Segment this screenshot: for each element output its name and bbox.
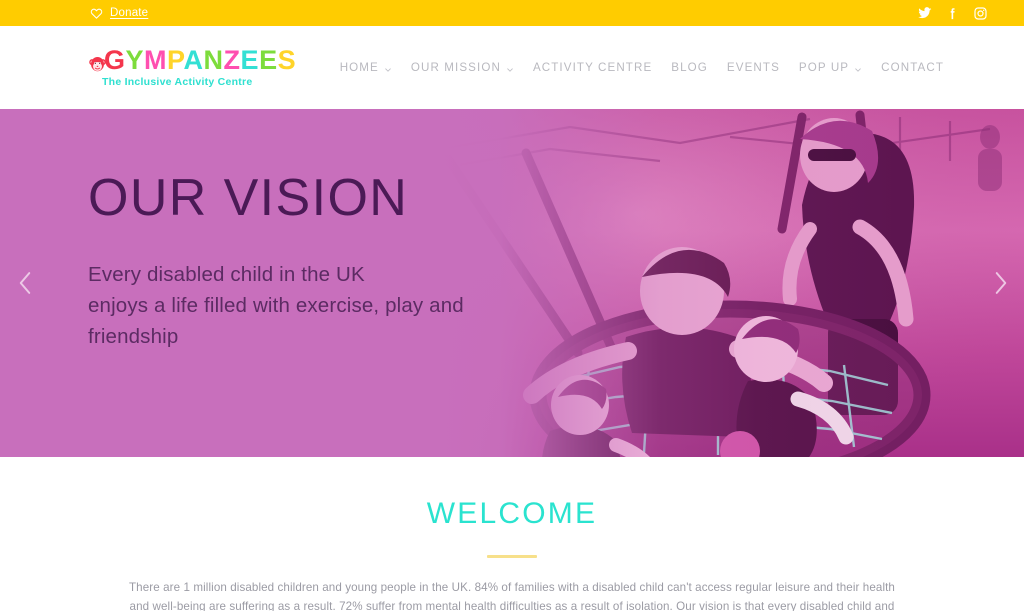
nav-item-label: CONTACT xyxy=(881,61,944,74)
chevron-down-icon xyxy=(854,64,862,72)
donate-link-group[interactable]: Donate xyxy=(90,7,148,20)
main-navigation: HOME OUR MISSION ACTIVITY CENTRE BLOG EVENTS… xyxy=(340,61,944,74)
monkey-face-icon xyxy=(88,52,107,72)
nav-item-activity-centre[interactable]: ACTIVITY CENTRE xyxy=(533,61,652,74)
social-links xyxy=(917,6,1002,21)
logo-letter-5: N xyxy=(203,45,224,76)
nav-item-label: POP UP xyxy=(798,61,850,74)
top-utility-bar: Donate xyxy=(0,0,1024,26)
hero-subtitle-line: friendship xyxy=(88,324,179,348)
site-logo[interactable]: GYMPANZEES The Inclusive Activity Centre xyxy=(88,47,296,88)
welcome-section: WELCOME There are 1 million disabled chi… xyxy=(0,457,1024,611)
hero-text-block: OUR VISION Every disabled child in the U… xyxy=(88,171,608,352)
logo-wordmark: GYMPANZEES xyxy=(88,47,296,74)
logo-letter-2: M xyxy=(144,45,168,76)
twitter-icon[interactable] xyxy=(917,6,932,21)
instagram-icon[interactable] xyxy=(973,6,988,21)
chevron-down-icon xyxy=(384,64,392,72)
logo-letter-0: G xyxy=(104,45,126,76)
donate-link[interactable]: Donate xyxy=(110,7,148,19)
logo-letter-1: Y xyxy=(125,45,145,76)
nav-item-pop-up[interactable]: POP UP xyxy=(799,61,862,74)
facebook-icon[interactable] xyxy=(945,6,960,21)
nav-item-contact[interactable]: CONTACT xyxy=(881,61,944,74)
chevron-right-icon xyxy=(995,272,1007,294)
welcome-body-text: There are 1 million disabled children an… xyxy=(129,581,895,611)
nav-item-label: HOME xyxy=(339,61,379,74)
nav-item-label: ACTIVITY CENTRE xyxy=(532,61,653,74)
logo-letter-6: Z xyxy=(223,45,241,76)
nav-item-events[interactable]: EVENTS xyxy=(727,61,780,74)
carousel-prev-button[interactable] xyxy=(8,266,42,300)
logo-letter-9: S xyxy=(277,45,297,76)
heart-outline-icon xyxy=(90,7,103,20)
site-header: GYMPANZEES The Inclusive Activity Centre… xyxy=(0,26,1024,109)
welcome-divider xyxy=(487,555,537,558)
logo-letter-7: E xyxy=(240,45,260,76)
carousel-next-button[interactable] xyxy=(984,266,1018,300)
logo-letter-4: A xyxy=(183,45,204,76)
chevron-down-icon xyxy=(506,64,514,72)
nav-item-label: EVENTS xyxy=(726,61,780,74)
welcome-title: WELCOME xyxy=(426,497,598,530)
nav-item-label: OUR MISSION xyxy=(410,61,501,74)
nav-item-home[interactable]: HOME xyxy=(340,61,392,74)
hero-carousel: OUR VISION Every disabled child in the U… xyxy=(0,109,1024,457)
nav-item-label: BLOG xyxy=(671,61,708,74)
chevron-left-icon xyxy=(19,272,31,294)
nav-item-our-mission[interactable]: OUR MISSION xyxy=(411,61,514,74)
hero-subtitle-line: Every disabled child in the UK xyxy=(88,262,365,286)
logo-letter-8: E xyxy=(259,45,278,76)
hero-subtitle-line: enjoys a life filled with exercise, play… xyxy=(88,293,464,317)
hero-subtitle: Every disabled child in the UK enjoys a … xyxy=(88,259,608,352)
nav-item-blog[interactable]: BLOG xyxy=(671,61,708,74)
logo-letter-3: P xyxy=(167,45,184,76)
logo-tagline: The Inclusive Activity Centre xyxy=(102,76,253,89)
hero-title: OUR VISION xyxy=(88,169,409,227)
